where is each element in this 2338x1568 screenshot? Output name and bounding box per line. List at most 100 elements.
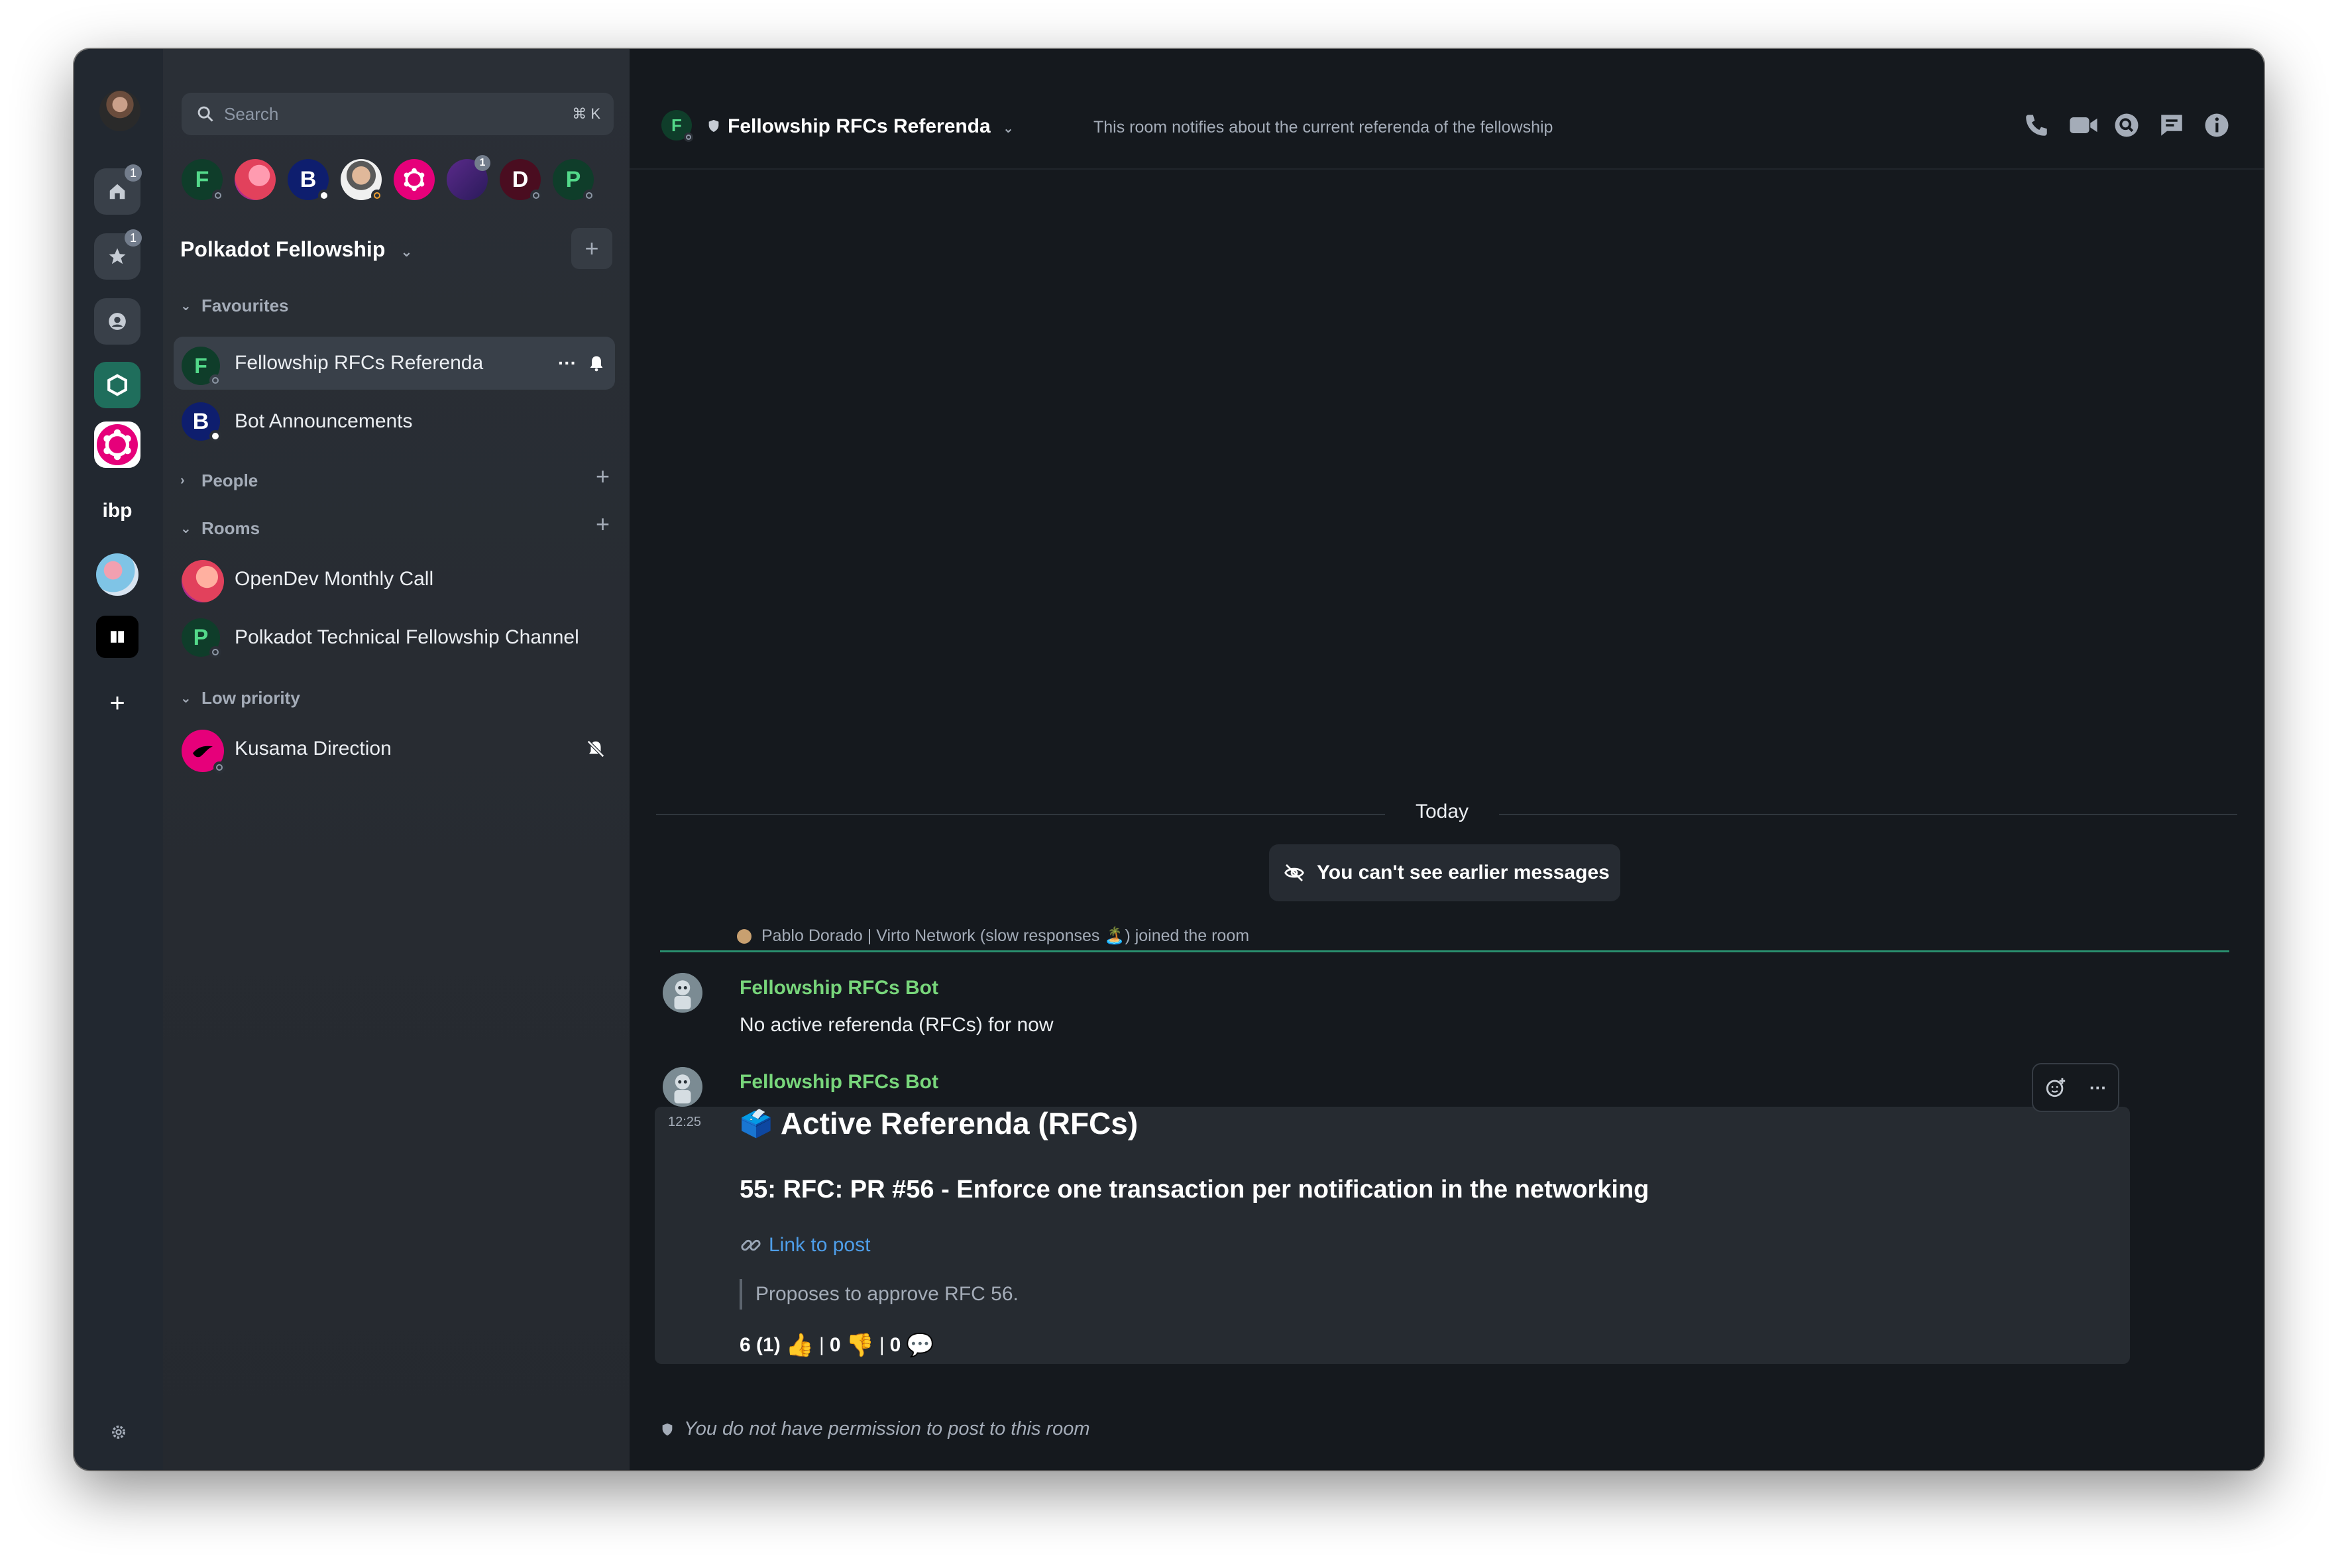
bell-icon[interactable] (587, 354, 606, 372)
threads-icon (2161, 115, 2182, 136)
react-emoji-icon[interactable] (2044, 1076, 2067, 1099)
chevron-down-icon: ⌄ (1003, 121, 1014, 136)
info-icon (2205, 113, 2229, 137)
room-avatar (182, 730, 225, 773)
plus-icon: + (109, 688, 125, 718)
space-add-button[interactable]: + (571, 228, 612, 269)
presence-indicator (371, 190, 383, 201)
home-space-button[interactable]: 1 (94, 164, 142, 215)
people-space-button[interactable] (94, 298, 140, 345)
user-avatar[interactable] (99, 90, 140, 131)
shield-icon (708, 119, 719, 133)
bell-off-icon[interactable] (586, 739, 606, 759)
composer-notice: You do not have permission to post to th… (660, 1418, 1090, 1440)
room-header-actions (2023, 111, 2231, 139)
search-box[interactable]: Search ⌘ K (182, 93, 614, 135)
message-heading-text: Active Referenda (RFCs) (780, 1106, 1139, 1141)
room-title[interactable]: Fellowship RFCs Referenda ⌄ (728, 115, 1014, 138)
section-low-priority-header[interactable]: ⌄ Low priority (180, 688, 300, 708)
section-people-label: People (201, 471, 258, 490)
avatar-row-item-b[interactable]: B (288, 159, 330, 201)
settings-button[interactable] (95, 1409, 142, 1455)
avatar-row-item-4[interactable] (341, 159, 383, 201)
favourites-unread-badge: 1 (125, 229, 142, 247)
voice-call-button[interactable] (2023, 111, 2050, 139)
room-title-label: Fellowship RFCs Referenda (728, 115, 991, 137)
room-item-fellowship-rfcs-referenda[interactable]: F Fellowship RFCs Referenda ··· (174, 337, 615, 390)
hex-space-button[interactable] (94, 362, 140, 408)
proposal-quote-text: Proposes to approve RFC 56. (755, 1283, 1019, 1305)
date-separator-label: Today (1385, 801, 1500, 823)
room-item-opendev-monthly-call[interactable]: OpenDev Monthly Call (174, 553, 615, 606)
eye-off-icon (1284, 864, 1304, 881)
avatar-row-item-2[interactable] (235, 159, 276, 200)
phone-icon (2026, 115, 2047, 136)
room-item-bot-announcements[interactable]: B Bot Announcements (174, 395, 615, 448)
ballot-box-icon: 🗳️ (740, 1109, 773, 1139)
room-avatar: F (182, 347, 221, 386)
room-info-button[interactable] (2203, 111, 2231, 139)
message-options-button[interactable]: ··· (2089, 1078, 2107, 1098)
kusama-logo-icon (193, 746, 213, 757)
room-avatar-initial: P (193, 624, 209, 650)
favourites-space-button[interactable]: 1 (94, 229, 142, 280)
avatar-row-item-p[interactable]: P (553, 159, 595, 201)
message-sender[interactable]: Fellowship RFCs Bot (740, 1071, 938, 1093)
hexagon-icon (107, 374, 127, 396)
nay-count: 0 (829, 1334, 841, 1356)
chevron-down-icon: ⌄ (180, 299, 192, 313)
polkadot-logo-icon (404, 168, 425, 192)
avatar-row-item-f[interactable]: F (182, 159, 224, 201)
video-call-button[interactable] (2068, 111, 2097, 139)
book-icon (111, 631, 124, 643)
add-people-button[interactable]: + (596, 463, 610, 490)
avatar-row-item-polkadot[interactable] (394, 159, 435, 200)
message-sender[interactable]: Fellowship RFCs Bot (740, 977, 938, 999)
proposal-quote: Proposes to approve RFC 56. (740, 1279, 1019, 1310)
bot-avatar[interactable] (663, 973, 702, 1013)
create-space-button[interactable]: + (94, 680, 140, 726)
room-header-avatar[interactable]: F (661, 110, 693, 142)
room-header-initial: F (671, 115, 682, 135)
avatar-row-item-d[interactable]: D (500, 159, 542, 201)
room-topic: This room notifies about the current ref… (1093, 118, 1553, 137)
home-unread-badge: 1 (125, 164, 142, 182)
section-people-header[interactable]: › People (180, 471, 258, 491)
space-name[interactable]: Polkadot Fellowship ⌄ (180, 237, 413, 262)
section-favourites-header[interactable]: ⌄ Favourites (180, 296, 289, 316)
presence-indicator (213, 761, 225, 773)
section-rooms-header[interactable]: ⌄ Rooms (180, 518, 260, 539)
space-name-label: Polkadot Fellowship (180, 237, 386, 261)
threads-button[interactable] (2158, 111, 2186, 139)
room-avatar-initial: B (192, 408, 209, 434)
polkadot-space-button[interactable] (94, 421, 140, 468)
avatar-row-item-6[interactable]: 1 (447, 155, 490, 200)
message-tile-hovered[interactable] (655, 1107, 2130, 1364)
community-space-button[interactable] (94, 551, 140, 598)
room-item-kusama-direction[interactable]: Kusama Direction (174, 722, 615, 775)
bot-avatar[interactable] (663, 1067, 702, 1107)
presence-indicator (209, 374, 221, 386)
dark-space-button[interactable] (94, 614, 140, 660)
search-icon (2115, 113, 2139, 137)
room-search-button[interactable] (2113, 111, 2141, 139)
avatar-row-initial-p: P (565, 166, 581, 192)
dark-space-avatar (96, 616, 139, 658)
room-options-button[interactable]: ··· (558, 353, 577, 374)
message-timestamp[interactable]: 12:25 (668, 1115, 701, 1130)
vote-separator: | (879, 1334, 885, 1356)
community-space-avatar (96, 553, 139, 596)
link-to-post[interactable]: Link to post (740, 1234, 870, 1257)
video-camera-icon (2070, 117, 2097, 133)
hidden-history-notice: You can't see earlier messages (1269, 844, 1620, 901)
app-window: 1 1 ibp + Search ⌘ K F B 1 D P Polkadot … (74, 49, 2264, 1470)
chevron-down-icon: ⌄ (180, 522, 192, 536)
room-item-polkadot-technical-fellowship-channel[interactable]: P Polkadot Technical Fellowship Channel (174, 611, 615, 664)
ibp-space-button[interactable]: ibp (94, 488, 140, 534)
chevron-down-icon: ⌄ (180, 691, 192, 706)
presence-indicator (209, 430, 221, 442)
robot-icon (663, 973, 702, 1013)
search-placeholder: Search (224, 103, 279, 124)
star-icon (109, 248, 126, 264)
add-room-button[interactable]: + (596, 510, 610, 538)
